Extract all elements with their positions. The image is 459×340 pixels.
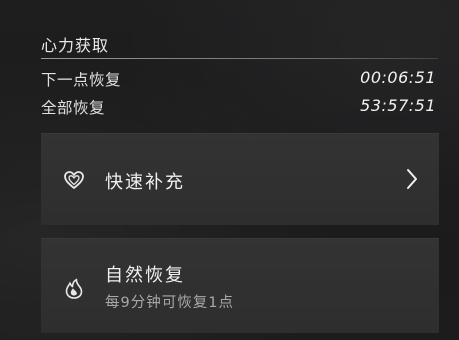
- heart-outline-icon: [63, 169, 85, 191]
- title-divider: [41, 58, 438, 59]
- flame-icon: [63, 278, 85, 300]
- full-recovery-row: 全部恢复 53:57:51: [41, 96, 438, 120]
- natural-recovery-label: 自然恢复: [105, 265, 185, 286]
- full-recovery-label: 全部恢复: [41, 99, 106, 117]
- quick-refill-label: 快速补充: [105, 172, 185, 193]
- natural-recovery-rate: 每9分钟可恢复1点: [105, 295, 234, 311]
- natural-recovery-card: 自然恢复 每9分钟可恢复1点: [41, 238, 439, 333]
- section-title: 心力获取: [41, 36, 110, 55]
- quick-refill-button[interactable]: 快速补充: [41, 133, 439, 225]
- next-point-label: 下一点恢复: [41, 71, 122, 89]
- next-point-row: 下一点恢复 00:06:51: [41, 68, 438, 92]
- energy-panel: 心力获取 下一点恢复 00:06:51 全部恢复 53:57:51 快速补充 自…: [41, 0, 439, 340]
- chevron-right-icon: [405, 167, 419, 191]
- full-recovery-timer: 53:57:51: [360, 96, 436, 115]
- next-point-timer: 00:06:51: [360, 68, 436, 87]
